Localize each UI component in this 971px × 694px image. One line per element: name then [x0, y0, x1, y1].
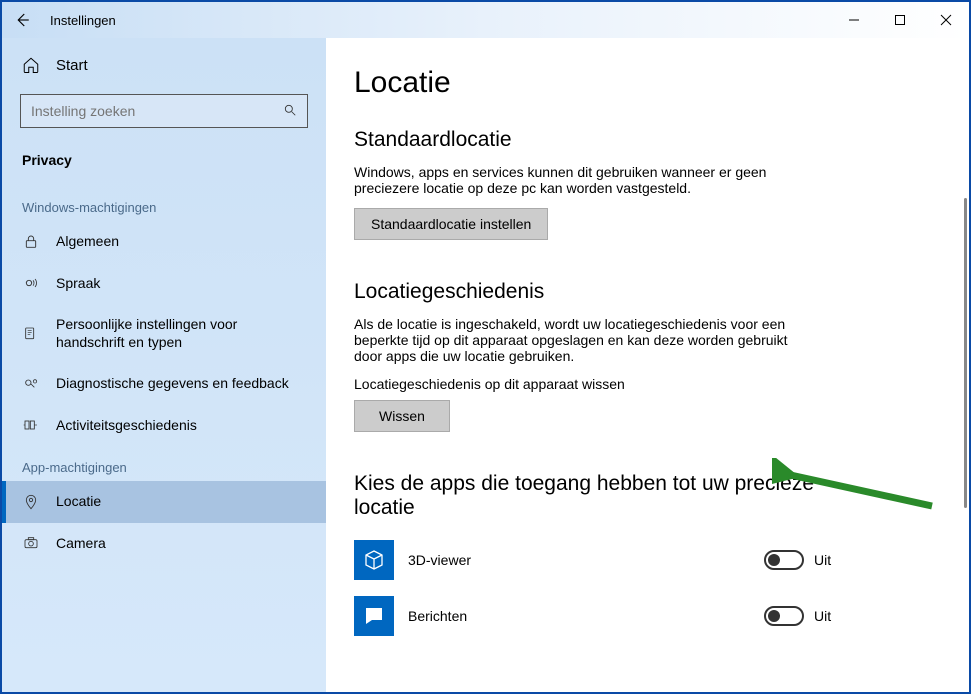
- nav-label: Activiteitsgeschiedenis: [56, 417, 306, 435]
- location-icon: [22, 494, 40, 510]
- app-icon-3dviewer: [354, 540, 394, 580]
- close-icon: [940, 14, 952, 26]
- nav-label: Camera: [56, 535, 306, 553]
- search-input[interactable]: [31, 103, 283, 119]
- scrollbar[interactable]: [964, 198, 967, 508]
- cube-icon: [362, 548, 386, 572]
- default-location-heading: Standaardlocatie: [354, 128, 969, 152]
- app-icon-berichten: [354, 596, 394, 636]
- back-button[interactable]: [2, 2, 42, 38]
- maximize-icon: [894, 14, 906, 26]
- section-windows-permissions: Windows-machtigingen: [2, 186, 326, 221]
- activity-icon: [22, 417, 40, 433]
- home-nav[interactable]: Start: [2, 46, 326, 84]
- nav-algemeen[interactable]: Algemeen: [2, 221, 326, 263]
- lock-icon: [22, 234, 40, 250]
- nav-label: Locatie: [56, 493, 306, 511]
- location-history-group: Locatiegeschiedenis Als de locatie is in…: [354, 280, 969, 432]
- section-app-permissions: App-machtigingen: [2, 446, 326, 481]
- window-title: Instellingen: [50, 13, 116, 28]
- default-location-description: Windows, apps en services kunnen dit geb…: [354, 164, 814, 196]
- minimize-button[interactable]: [831, 2, 877, 38]
- category-label: Privacy: [2, 144, 326, 186]
- app-row-berichten: Berichten Uit: [354, 588, 854, 644]
- camera-icon: [22, 535, 40, 551]
- close-button[interactable]: [923, 2, 969, 38]
- back-arrow-icon: [13, 11, 31, 29]
- nav-activiteit[interactable]: Activiteitsgeschiedenis: [2, 405, 326, 447]
- search-box[interactable]: [20, 94, 308, 128]
- chat-icon: [362, 604, 386, 628]
- nav-label: Algemeen: [56, 233, 306, 251]
- history-description: Als de locatie is ingeschakeld, wordt uw…: [354, 316, 814, 364]
- history-heading: Locatiegeschiedenis: [354, 280, 969, 304]
- apps-heading: Kies de apps die toegang hebben tot uw p…: [354, 472, 814, 520]
- clear-history-button[interactable]: Wissen: [354, 400, 450, 432]
- nav-camera[interactable]: Camera: [2, 523, 326, 565]
- home-icon: [22, 56, 40, 74]
- clear-history-label: Locatiegeschiedenis op dit apparaat wiss…: [354, 376, 969, 392]
- toggle-berichten[interactable]: [764, 606, 804, 626]
- sidebar: Start Privacy Windows-machtigingen Algem…: [2, 38, 326, 692]
- minimize-icon: [848, 14, 860, 26]
- nav-diagnostiek[interactable]: Diagnostische gegevens en feedback: [2, 363, 326, 405]
- nav-label: Persoonlijke instellingen voor handschri…: [56, 316, 306, 351]
- search-icon: [283, 103, 297, 120]
- main-content: Locatie Standaardlocatie Windows, apps e…: [326, 38, 969, 692]
- app-row-3dviewer: 3D-viewer Uit: [354, 532, 854, 588]
- default-location-group: Standaardlocatie Windows, apps en servic…: [354, 128, 969, 240]
- toggle-state: Uit: [814, 608, 854, 624]
- nav-locatie[interactable]: Locatie: [2, 481, 326, 523]
- feedback-icon: [22, 376, 40, 392]
- app-name: Berichten: [408, 608, 764, 624]
- home-label: Start: [56, 57, 88, 74]
- toggle-3dviewer[interactable]: [764, 550, 804, 570]
- app-name: 3D-viewer: [408, 552, 764, 568]
- speech-icon: [22, 275, 40, 291]
- titlebar: Instellingen: [2, 2, 969, 38]
- nav-handschrift[interactable]: Persoonlijke instellingen voor handschri…: [2, 304, 326, 363]
- apps-group: Kies de apps die toegang hebben tot uw p…: [354, 472, 969, 644]
- nav-spraak[interactable]: Spraak: [2, 263, 326, 305]
- set-default-location-button[interactable]: Standaardlocatie instellen: [354, 208, 548, 240]
- maximize-button[interactable]: [877, 2, 923, 38]
- toggle-state: Uit: [814, 552, 854, 568]
- inking-icon: [22, 326, 40, 342]
- page-title: Locatie: [354, 66, 969, 100]
- nav-label: Diagnostische gegevens en feedback: [56, 375, 306, 393]
- nav-label: Spraak: [56, 275, 306, 293]
